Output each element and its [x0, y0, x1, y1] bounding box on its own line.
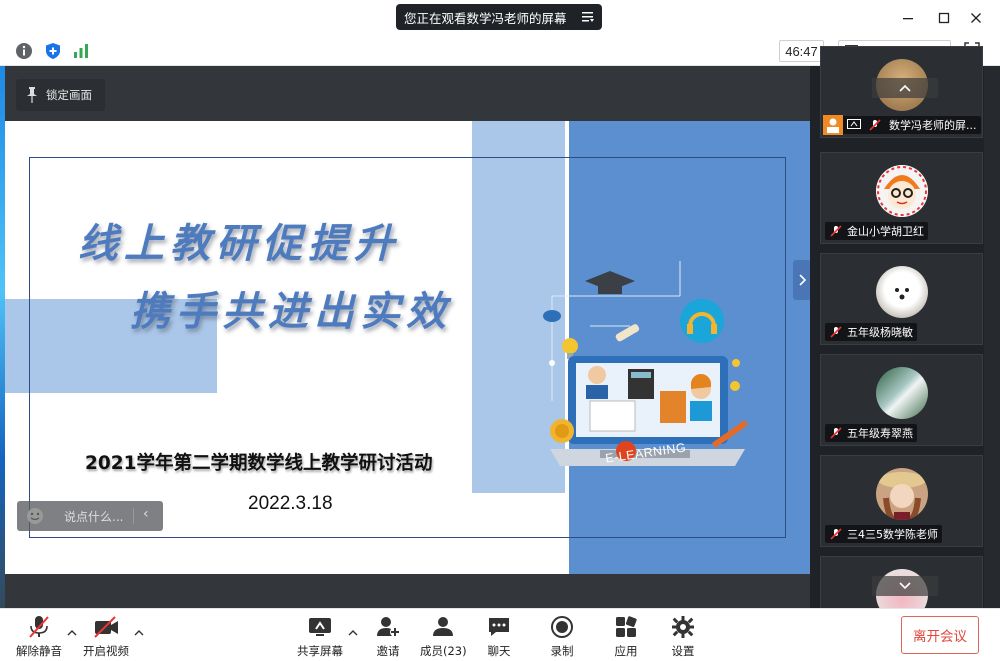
participant-name-tag: 三4三5数学陈老师 [825, 525, 942, 543]
apps-button[interactable]: 应用 [613, 609, 639, 661]
share-screen-icon [309, 618, 331, 636]
chat-placeholder: 说点什么... [64, 509, 124, 524]
info-icon[interactable] [14, 41, 34, 61]
chevron-up-icon[interactable] [348, 627, 358, 637]
participant-name-tag: 五年级寿翠燕 [825, 424, 917, 442]
window-title: 您正在观看数学冯老师的屏幕 [404, 10, 567, 26]
participant-tile[interactable]: 金山小学胡卫红 [820, 152, 983, 244]
record-button[interactable]: 录制 [549, 609, 575, 661]
mic-muted-icon [29, 616, 49, 638]
participant-tile[interactable]: 三4三5数学陈老师 [820, 455, 983, 547]
participant-panel: 数学冯老师的屏... 金山小学胡卫红 五年级杨晓敏 五年级寿翠燕 三4三5数学陈… [810, 46, 1000, 648]
shield-icon[interactable] [43, 41, 63, 61]
mic-muted-icon [830, 528, 842, 540]
participant-tile[interactable]: 五年级杨晓敏 [820, 253, 983, 345]
emoji-icon[interactable] [26, 507, 44, 525]
meeting-timer: 46:47 [779, 40, 824, 62]
chat-icon [489, 618, 509, 636]
slide-date: 2022.3.18 [248, 493, 333, 514]
mic-muted-icon [830, 326, 842, 338]
participant-name-tag: 五年级杨晓敏 [825, 323, 917, 341]
settings-button[interactable]: 设置 [670, 609, 696, 661]
members-icon [433, 617, 454, 636]
lock-view-label: 锁定画面 [46, 88, 92, 102]
scroll-down-button[interactable] [872, 576, 938, 596]
meeting-window: 您正在观看数学冯老师的屏幕 46:47 演讲者视图 锁定画面 [0, 0, 1000, 661]
invite-label: 邀请 [376, 644, 400, 658]
chevron-up-icon [899, 84, 911, 92]
title-bar: 您正在观看数学冯老师的屏幕 [0, 0, 1000, 36]
chat-input-box[interactable]: 说点什么... ‹ [17, 501, 163, 531]
divider [133, 508, 134, 524]
leave-meeting-button[interactable]: 离开会议 [901, 616, 979, 654]
apps-label: 应用 [614, 644, 638, 658]
participant-name: 五年级杨晓敏 [847, 326, 913, 339]
chevron-up-icon[interactable] [67, 627, 77, 637]
chevron-right-icon [799, 274, 806, 286]
mic-muted-icon [830, 427, 842, 439]
share-screen-button[interactable]: 共享屏幕 [297, 609, 343, 661]
share-screen-label: 共享屏幕 [297, 644, 343, 658]
waterfall-icon [876, 367, 928, 419]
record-icon [551, 616, 573, 638]
add-user-icon [377, 617, 400, 637]
bottom-toolbar: 解除静音 开启视频 共享屏幕 邀请 成员(23) 聊天 录制 应用 设置 离开会… [0, 608, 1000, 661]
gear-icon [672, 616, 694, 638]
menu-icon[interactable] [582, 11, 594, 23]
minimize-icon[interactable] [898, 8, 918, 28]
screen-share-title[interactable]: 您正在观看数学冯老师的屏幕 [396, 4, 602, 30]
slide-subtitle: 2021学年第二学期数学线上教学研讨活动 [85, 453, 433, 474]
record-label: 录制 [550, 644, 574, 658]
lock-view-button[interactable]: 锁定画面 [16, 79, 105, 111]
participant-name: 五年级寿翠燕 [847, 427, 913, 440]
participant-tile[interactable]: 五年级寿翠燕 [820, 354, 983, 446]
participant-name-tag: 金山小学胡卫红 [825, 222, 928, 240]
collapse-panel-button[interactable] [793, 260, 811, 300]
chat-label: 聊天 [487, 644, 511, 658]
slide-title-line1: 线上教研促提升 [78, 220, 400, 267]
e-learning-illustration-icon [543, 261, 749, 466]
participant-name: 三4三5数学陈老师 [847, 528, 938, 541]
members-label: 成员(23) [420, 644, 467, 658]
close-icon[interactable] [966, 8, 986, 28]
slide-title-line2: 携手共进出实效 [130, 288, 452, 335]
host-icon [823, 115, 843, 135]
girl-hat-icon [876, 468, 928, 520]
scroll-up-button[interactable] [872, 78, 938, 98]
invite-button[interactable]: 邀请 [375, 609, 401, 661]
pin-icon [27, 87, 37, 103]
unmute-button[interactable]: 解除静音 [16, 609, 62, 661]
apps-icon [616, 616, 637, 637]
shared-screen-stage: 锁定画面 线上教研促提升 携手共进出实效 2021学年第二学期数学线上教学研讨活… [5, 66, 810, 608]
settings-label: 设置 [671, 644, 695, 658]
members-button[interactable]: 成员(23) [420, 609, 467, 661]
participant-name: 数学冯老师的屏... [889, 119, 977, 132]
participant-name-tag: 数学冯老师的屏... [823, 115, 981, 135]
cartoon-face-icon [876, 165, 928, 217]
signal-icon[interactable] [71, 41, 91, 61]
chat-button[interactable]: 聊天 [486, 609, 512, 661]
white-dog-icon [876, 266, 928, 318]
mic-muted-icon [869, 119, 881, 131]
screen-share-icon [847, 119, 861, 129]
panel-scrollbar[interactable] [984, 66, 1000, 608]
chevron-up-icon[interactable] [134, 627, 144, 637]
camera-off-icon [94, 616, 118, 638]
chevron-down-icon [899, 582, 911, 590]
mic-muted-icon [830, 225, 842, 237]
start-video-button[interactable]: 开启视频 [83, 609, 129, 661]
start-video-label: 开启视频 [83, 644, 129, 658]
participant-name: 金山小学胡卫红 [847, 225, 924, 238]
unmute-label: 解除静音 [16, 644, 62, 658]
leave-meeting-label: 离开会议 [913, 629, 967, 645]
maximize-icon[interactable] [934, 8, 954, 28]
chevron-left-icon[interactable]: ‹ [143, 506, 149, 522]
